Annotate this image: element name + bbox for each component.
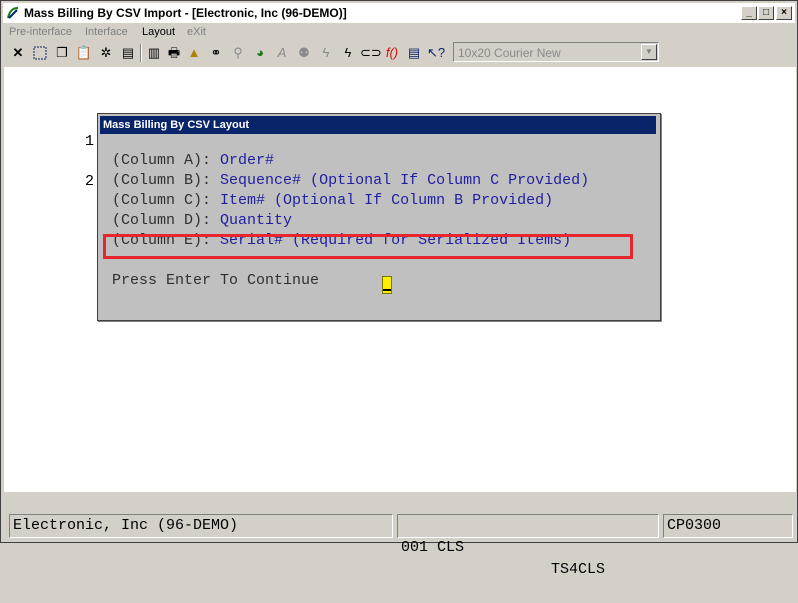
background-line-2: 2 <box>85 173 95 190</box>
maximize-button[interactable]: □ <box>758 6 774 20</box>
font-select-value: 10x20 Courier New <box>458 46 561 60</box>
column-row: (Column D): Quantity <box>112 212 292 229</box>
column-value: Item# (Optional If Column B Provided) <box>220 192 554 209</box>
continue-prompt: Press Enter To Continue <box>112 272 320 289</box>
column-label: (Column D): <box>112 212 212 229</box>
column-value: Order# <box>220 152 275 169</box>
font-select[interactable]: 10x20 Courier New ▼ <box>453 42 659 62</box>
column-label: (Column A): <box>112 152 212 169</box>
window-icon[interactable]: ▤ <box>118 43 138 63</box>
font-icon[interactable]: A <box>272 43 292 63</box>
zoom-icon[interactable]: ⚲ <box>228 43 248 63</box>
macro-icon[interactable]: ϟ <box>338 43 358 63</box>
column-row: (Column A): Order# <box>112 152 274 169</box>
column-label: (Column B): <box>112 172 212 189</box>
menu-pre-interface[interactable]: Pre-interface <box>9 26 72 38</box>
menu-exit[interactable]: eXit <box>187 26 206 38</box>
menu-layout[interactable]: Layout <box>142 26 175 38</box>
window-title: Mass Billing By CSV Import - [Electronic… <box>24 6 347 20</box>
application-window: Mass Billing By CSV Import - [Electronic… <box>0 0 798 578</box>
terminal-area: 1 2 Mass Billing By CSV Layout (Column A… <box>4 67 796 492</box>
cancel-x-icon[interactable]: ✕ <box>8 43 28 63</box>
copy-icon[interactable]: ❐ <box>52 43 72 63</box>
globe-icon[interactable]: ◕ <box>250 43 270 63</box>
help-icon[interactable]: ↖? <box>426 43 446 63</box>
dialog-title: Mass Billing By CSV Layout <box>100 116 656 134</box>
link-icon[interactable]: ⊂⊃ <box>360 43 382 63</box>
status-session-panel: 001 CLS TS4CLS <box>397 514 659 578</box>
chevron-down-icon[interactable]: ▼ <box>641 44 657 60</box>
print-icon[interactable]: 🖶 <box>164 43 184 63</box>
menu-interface[interactable]: Interface <box>85 26 128 38</box>
select-icon[interactable] <box>30 43 50 63</box>
menu-bar: Pre-interface Interface Layout eXit <box>3 24 795 41</box>
title-bar: Mass Billing By CSV Import - [Electronic… <box>3 3 795 23</box>
status-program: CP0300 <box>663 514 793 538</box>
status-bar: Electronic, Inc (96-DEMO) 001 CLS TS4CLS… <box>4 511 796 578</box>
app-icon <box>7 7 19 19</box>
lightning-icon[interactable]: ϟ <box>316 43 336 63</box>
function-icon[interactable]: f() <box>382 43 402 63</box>
paste-icon[interactable]: 📋 <box>74 43 94 63</box>
toolbar-separator <box>140 44 142 62</box>
csv-layout-dialog: Mass Billing By CSV Layout (Column A): O… <box>97 113 661 321</box>
alert-icon[interactable]: ▲ <box>184 43 204 63</box>
column-row: (Column C): Item# (Optional If Column B … <box>112 192 553 209</box>
background-line-1: 1 <box>85 133 95 150</box>
binoculars-icon[interactable]: ⚭ <box>206 43 226 63</box>
document-icon[interactable]: ▥ <box>144 43 164 63</box>
column-value: Sequence# (Optional If Column C Provided… <box>220 172 590 189</box>
column-label: (Column C): <box>112 192 212 209</box>
status-terminal: TS4CLS <box>551 561 606 578</box>
close-button[interactable]: × <box>776 6 792 20</box>
notes-icon[interactable]: ▤ <box>404 43 424 63</box>
settings-icon[interactable]: ✲ <box>96 43 116 63</box>
toolbar: ✕ ❐ 📋 ✲ ▤ ▥ 🖶 ▲ ⚭ ⚲ ◕ A ⚉ ϟ ϟ ⊂⊃ f() ▤ ↖… <box>3 41 795 65</box>
text-cursor[interactable] <box>382 276 392 294</box>
status-company: Electronic, Inc (96-DEMO) <box>9 514 393 538</box>
column-value: Quantity <box>220 212 293 229</box>
column-row: (Column B): Sequence# (Optional If Colum… <box>112 172 589 189</box>
minimize-button[interactable]: _ <box>741 6 757 20</box>
highlight-box <box>103 234 633 259</box>
people-icon[interactable]: ⚉ <box>294 43 314 63</box>
status-code: 001 CLS <box>401 539 465 556</box>
